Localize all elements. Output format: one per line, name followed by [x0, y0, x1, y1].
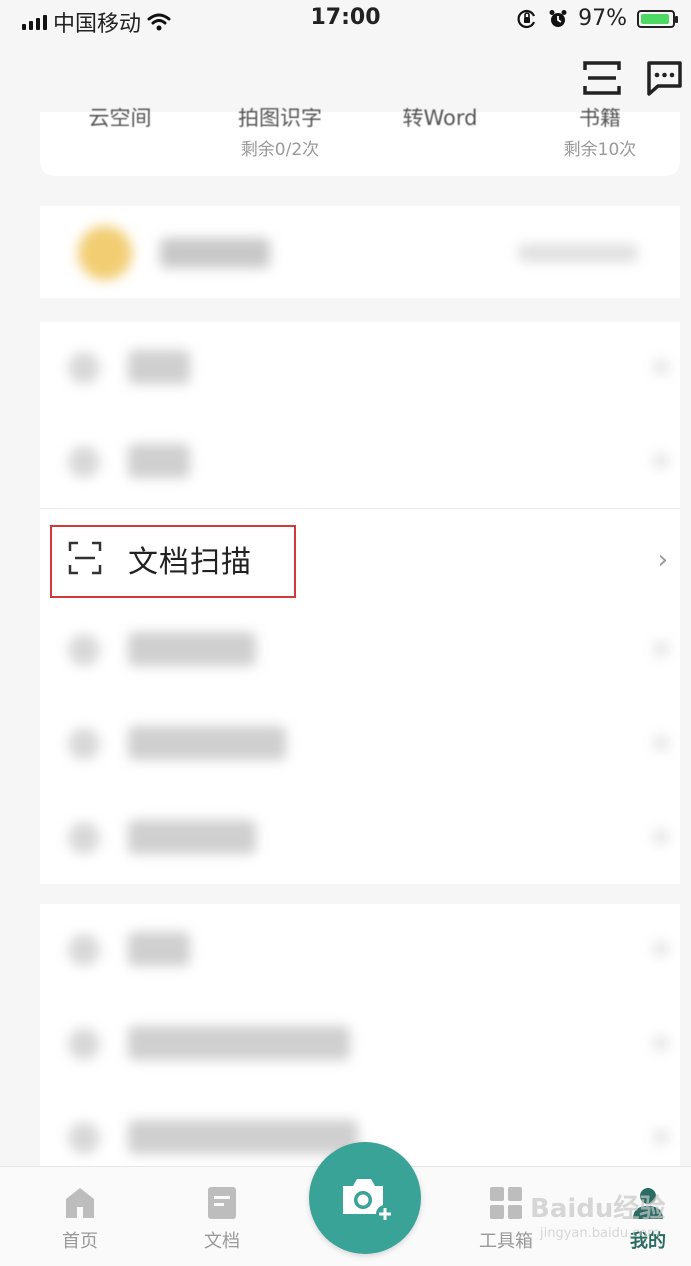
watermark-url: jingyan.baidu.com	[540, 1226, 660, 1241]
tab-home-label: 首页	[62, 1231, 98, 1252]
camera-button[interactable]	[309, 1142, 421, 1254]
list-item[interactable]	[40, 322, 680, 414]
menu-group-1	[40, 322, 680, 508]
menu-group-3	[40, 904, 680, 1166]
list-item[interactable]	[40, 904, 680, 996]
battery-percent: 97%	[578, 6, 627, 31]
tab-home[interactable]: 首页	[40, 1185, 120, 1253]
scan-header-icon[interactable]	[582, 58, 622, 98]
list-item[interactable]	[40, 604, 680, 696]
quick-item-to-word[interactable]: 转Word	[360, 108, 520, 135]
document-icon	[208, 1187, 236, 1219]
chevron-right-icon: ›	[657, 545, 668, 575]
rotation-lock-icon	[517, 9, 536, 28]
quick-item-books[interactable]: 书籍 剩余10次	[520, 108, 680, 160]
profile-card[interactable]	[40, 206, 680, 298]
camera-plus-icon	[343, 1179, 394, 1223]
list-item[interactable]	[40, 998, 680, 1090]
watermark-logo: Baidu经验	[530, 1194, 666, 1224]
menu-group-2	[40, 604, 680, 884]
tab-documents-label: 文档	[204, 1231, 240, 1252]
grid-icon	[490, 1187, 522, 1219]
battery-icon	[637, 9, 678, 28]
status-bar: 中国移动 17:00 97%	[0, 0, 691, 40]
status-right: 97%	[516, 6, 678, 31]
highlight-box	[50, 525, 296, 598]
tab-toolbox-label: 工具箱	[479, 1231, 533, 1252]
list-item[interactable]	[40, 416, 680, 508]
avatar	[78, 226, 132, 280]
tab-documents[interactable]: 文档	[182, 1185, 262, 1253]
message-icon[interactable]	[644, 58, 684, 98]
quick-item-photo-ocr[interactable]: 拍图识字 剩余0/2次	[200, 108, 360, 160]
home-icon	[66, 1188, 94, 1218]
quick-functions-card: 云空间 拍图识字 剩余0/2次 转Word 书籍 剩余10次	[40, 108, 680, 176]
list-item[interactable]	[40, 792, 680, 884]
list-item[interactable]	[40, 698, 680, 790]
quick-item-cloud[interactable]: 云空间	[40, 108, 200, 135]
alarm-icon	[549, 9, 567, 27]
